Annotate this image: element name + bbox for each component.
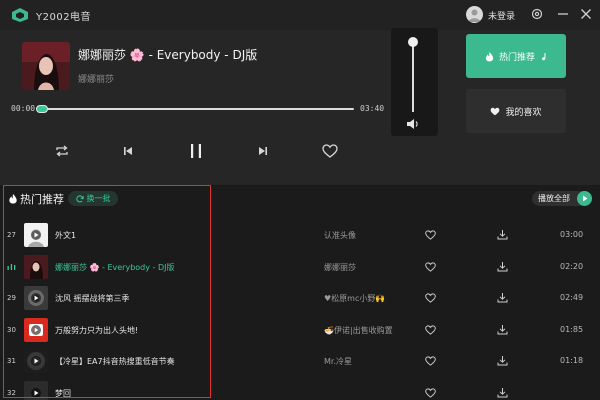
song-name[interactable]: 娜娜丽莎 🌸 - Everybody - DJ版 bbox=[55, 262, 175, 273]
play-all-button[interactable]: 播放全部 bbox=[532, 191, 592, 206]
track-artist[interactable]: 娜娜丽莎 bbox=[78, 72, 114, 85]
song-name[interactable]: 万般努力只为出人头地! bbox=[55, 325, 138, 336]
download-icon[interactable] bbox=[497, 324, 508, 335]
song-row[interactable]: 32 梦回 bbox=[0, 378, 600, 400]
heart-icon[interactable] bbox=[425, 230, 436, 240]
song-thumbnail[interactable] bbox=[24, 349, 48, 373]
song-row[interactable]: 30 万般努力只为出人头地! 🍜伊诺|出售收购置 01:85 bbox=[0, 315, 600, 346]
repeat-icon bbox=[56, 145, 68, 157]
song-artist[interactable]: Mr.冷星 bbox=[324, 356, 352, 367]
repeat-button[interactable] bbox=[52, 141, 72, 161]
download-icon[interactable] bbox=[497, 387, 508, 398]
favorite-button[interactable] bbox=[320, 141, 340, 161]
time-total: 03:40 bbox=[360, 104, 385, 113]
song-duration: 01:18 bbox=[560, 356, 584, 365]
progress-thumb[interactable] bbox=[36, 105, 49, 113]
heart-icon[interactable] bbox=[425, 293, 436, 303]
progress-bar[interactable] bbox=[36, 105, 354, 113]
heart-icon[interactable] bbox=[425, 261, 436, 272]
song-duration: 03:00 bbox=[560, 230, 584, 239]
heart-icon bbox=[491, 107, 500, 115]
download-icon[interactable] bbox=[497, 355, 508, 366]
now-playing-icon bbox=[7, 263, 16, 273]
song-index: 27 bbox=[7, 231, 16, 239]
song-row[interactable]: 27 外文1 认准头像 03:00 bbox=[0, 220, 600, 251]
minimize-icon[interactable] bbox=[556, 7, 570, 21]
hot-recommend-button[interactable]: 热门推荐 bbox=[466, 34, 566, 78]
volume-icon[interactable] bbox=[406, 118, 420, 130]
song-index: 32 bbox=[7, 388, 16, 397]
volume-slider[interactable] bbox=[408, 36, 418, 112]
refresh-batch-label: 换一批 bbox=[86, 194, 111, 203]
user-icon bbox=[468, 9, 481, 22]
pause-icon bbox=[191, 144, 201, 158]
song-artist[interactable]: 🍜伊诺|出售收购置 bbox=[324, 325, 393, 336]
play-icon bbox=[577, 191, 592, 206]
next-icon bbox=[259, 147, 267, 155]
song-duration: 01:85 bbox=[560, 324, 584, 334]
song-name[interactable]: 梦回 bbox=[55, 388, 71, 399]
song-artist[interactable]: 娜娜丽莎 bbox=[324, 262, 356, 273]
section-title: 热门推荐 bbox=[20, 193, 64, 206]
song-index: 29 bbox=[7, 294, 16, 302]
song-thumbnail[interactable] bbox=[24, 317, 48, 342]
download-icon[interactable] bbox=[497, 292, 508, 303]
song-row[interactable]: 娜娜丽莎 🌸 - Everybody - DJ版 娜娜丽莎 02:20 bbox=[0, 252, 600, 283]
flame-icon bbox=[9, 193, 17, 204]
my-favorites-button[interactable]: 我的喜欢 bbox=[466, 89, 566, 133]
song-artist[interactable]: ♥松原mc小野🙌 bbox=[324, 293, 385, 304]
next-button[interactable] bbox=[253, 141, 273, 161]
settings-icon[interactable] bbox=[530, 7, 544, 21]
song-index: 30 bbox=[7, 325, 16, 334]
song-thumbnail[interactable] bbox=[24, 286, 48, 310]
song-duration: 02:20 bbox=[560, 261, 584, 271]
flame-icon bbox=[485, 51, 494, 61]
download-icon[interactable] bbox=[497, 261, 508, 272]
my-favorites-label: 我的喜欢 bbox=[505, 107, 542, 118]
volume-thumb[interactable] bbox=[408, 36, 418, 47]
play-all-label: 播放全部 bbox=[538, 194, 570, 203]
heart-icon[interactable] bbox=[425, 356, 436, 366]
previous-icon bbox=[124, 147, 132, 155]
app-logo-icon bbox=[12, 8, 28, 22]
song-name[interactable]: 外文1 bbox=[55, 230, 76, 241]
song-artist[interactable]: 认准头像 bbox=[324, 230, 356, 241]
song-index: 31 bbox=[7, 357, 16, 365]
song-row[interactable]: 31 【冷星】EA7抖音热搜重低音节奏 Mr.冷星 01:18 bbox=[0, 346, 600, 377]
login-status[interactable]: 未登录 bbox=[488, 9, 515, 22]
song-thumbnail[interactable] bbox=[24, 254, 48, 279]
pause-button[interactable] bbox=[186, 141, 206, 161]
app-title: Y2002电音 bbox=[36, 12, 92, 23]
hot-recommend-label: 热门推荐 bbox=[498, 52, 535, 63]
heart-icon[interactable] bbox=[425, 387, 436, 398]
song-row[interactable]: 29 沈风 摇摆战将第三季 ♥松原mc小野🙌 02:49 bbox=[0, 283, 600, 314]
song-name[interactable]: 【冷星】EA7抖音热搜重低音节奏 bbox=[55, 356, 175, 367]
avatar[interactable] bbox=[466, 6, 483, 23]
close-icon[interactable] bbox=[579, 7, 593, 21]
song-duration: 02:49 bbox=[560, 293, 584, 302]
song-thumbnail[interactable] bbox=[24, 223, 48, 247]
refresh-batch-button[interactable]: 换一批 bbox=[68, 191, 118, 206]
album-cover bbox=[22, 42, 70, 90]
heart-icon bbox=[322, 144, 338, 158]
download-icon[interactable] bbox=[497, 229, 508, 240]
heart-icon[interactable] bbox=[425, 324, 436, 335]
refresh-icon bbox=[75, 194, 84, 202]
song-thumbnail[interactable] bbox=[24, 380, 48, 400]
track-title: 娜娜丽莎 🌸 - Everybody - DJ版 bbox=[78, 48, 258, 62]
previous-button[interactable] bbox=[118, 141, 138, 161]
song-name[interactable]: 沈风 摇摆战将第三季 bbox=[55, 293, 130, 304]
music-note-icon bbox=[542, 52, 546, 60]
volume-panel bbox=[391, 28, 438, 136]
time-current: 00:00 bbox=[11, 104, 36, 113]
